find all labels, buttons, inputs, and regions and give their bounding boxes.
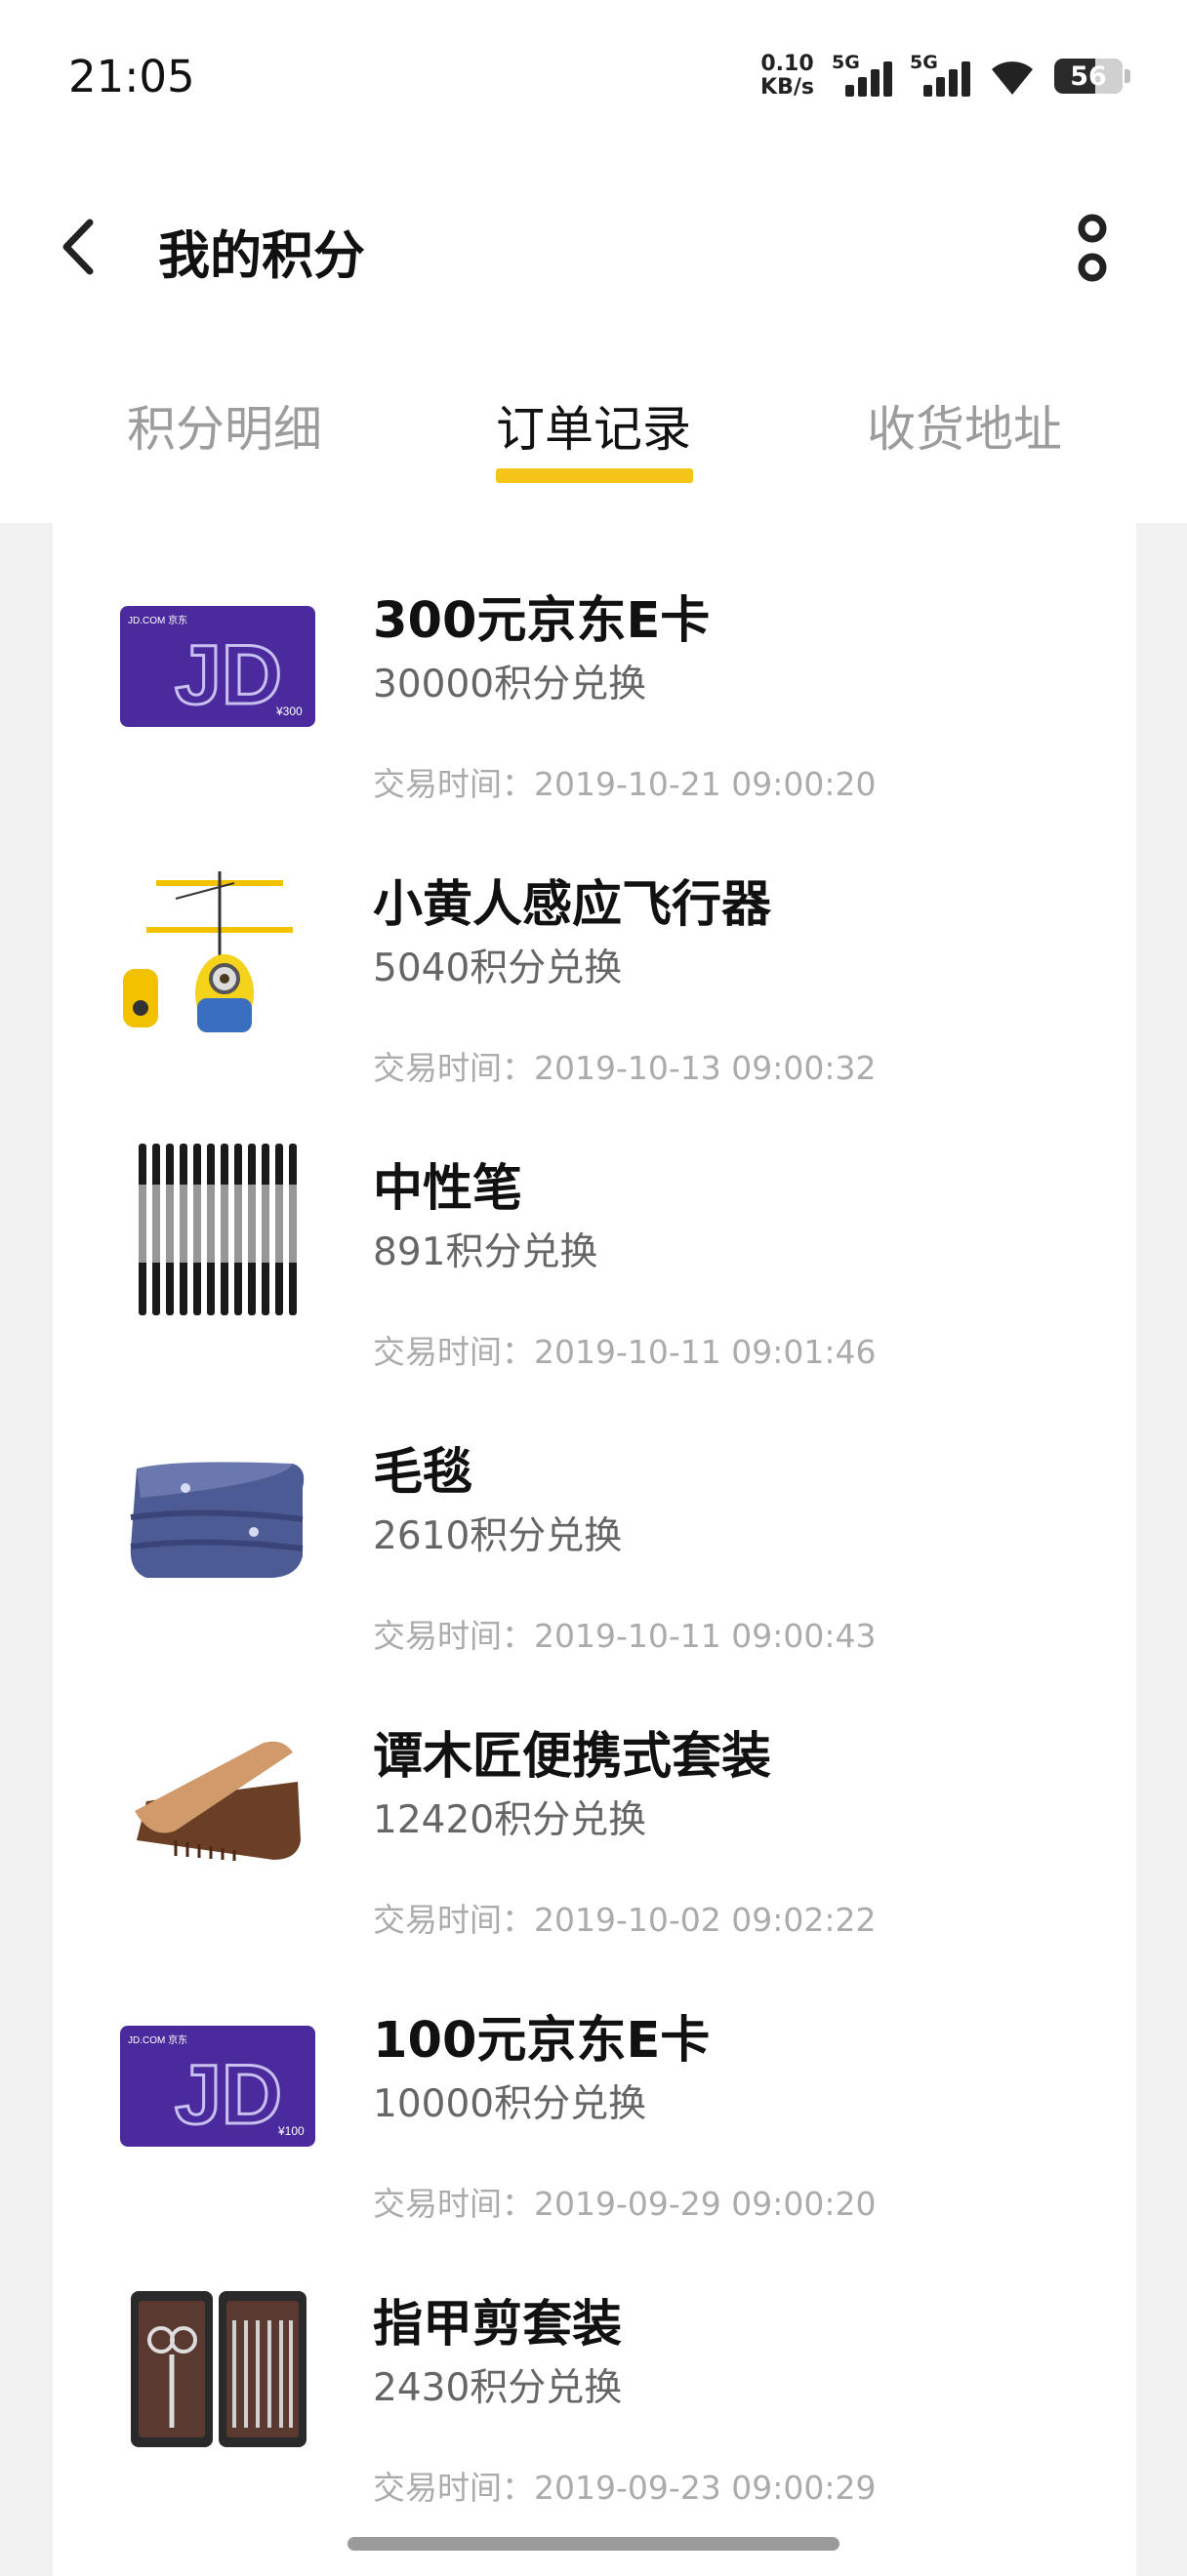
signal-icon: 5G — [910, 52, 970, 101]
svg-text:JD.COM 京东: JD.COM 京东 — [128, 2033, 187, 2046]
order-item[interactable]: 毛毯 2610积分兑换 交易时间：2019-10-11 09:00:43 — [53, 1375, 1136, 1659]
order-time: 交易时间：2019-10-02 09:02:22 — [373, 1901, 877, 1939]
order-points: 2430积分兑换 — [373, 2366, 623, 2410]
order-item[interactable]: JD.COM 京东 JD ¥300 300元京东E卡 30000积分兑换 交易时… — [53, 523, 1136, 807]
svg-text:JD.COM 京东: JD.COM 京东 — [128, 614, 187, 626]
product-image-jd-card-100: JD.COM 京东 JD ¥100 — [117, 1986, 318, 2187]
active-tab-indicator — [496, 468, 693, 483]
order-time: 交易时间：2019-09-23 09:00:29 — [373, 2469, 877, 2507]
order-points: 891积分兑换 — [373, 1230, 598, 1274]
order-points: 30000积分兑换 — [373, 663, 647, 706]
order-title: 毛毯 — [373, 1444, 473, 1502]
order-title: 谭木匠便携式套装 — [373, 1728, 772, 1786]
tab-points-detail[interactable]: 积分明细 — [127, 390, 322, 478]
order-points: 12420积分兑换 — [373, 1798, 647, 1842]
order-title: 小黄人感应飞行器 — [373, 876, 772, 934]
order-title: 300元京东E卡 — [373, 592, 711, 650]
status-icons: 0.10 KB/s 5G 5G 56 — [760, 49, 1130, 103]
order-title: 中性笔 — [373, 1160, 523, 1218]
order-time: 交易时间：2019-10-11 09:01:46 — [373, 1333, 877, 1371]
order-time: 交易时间：2019-10-21 09:00:20 — [373, 765, 877, 803]
signal-icon: 5G — [832, 52, 892, 101]
order-item[interactable]: 小黄人感应飞行器 5040积分兑换 交易时间：2019-10-13 09:00:… — [53, 807, 1136, 1091]
order-points: 5040积分兑换 — [373, 946, 623, 990]
order-item[interactable]: 中性笔 891积分兑换 交易时间：2019-10-11 09:01:46 — [53, 1091, 1136, 1375]
wifi-icon — [992, 61, 1033, 95]
order-item[interactable]: 谭木匠便携式套装 12420积分兑换 交易时间：2019-10-02 09:02… — [53, 1659, 1136, 1943]
svg-text:¥300: ¥300 — [275, 704, 303, 718]
product-image-gel-pens — [117, 1126, 318, 1327]
product-image-wooden-comb-set — [117, 1694, 318, 1895]
back-button[interactable] — [55, 215, 113, 279]
order-list: JD.COM 京东 JD ¥300 300元京东E卡 30000积分兑换 交易时… — [53, 523, 1136, 2576]
battery-icon: 56 — [1054, 59, 1130, 94]
product-image-nail-clipper-set — [117, 2262, 318, 2463]
order-time: 交易时间：2019-10-11 09:00:43 — [373, 1617, 877, 1655]
status-time: 21:05 — [68, 51, 195, 102]
order-title: 100元京东E卡 — [373, 2012, 711, 2070]
order-item[interactable]: 指甲剪套装 2430积分兑换 交易时间：2019-09-23 09:00:29 — [53, 2227, 1136, 2511]
status-bar: 21:05 0.10 KB/s 5G 5G 56 — [0, 0, 1187, 156]
order-item[interactable]: JD.COM 京东 JD ¥100 100元京东E卡 10000积分兑换 交易时… — [53, 1943, 1136, 2227]
order-points: 10000积分兑换 — [373, 2082, 647, 2126]
tab-shipping-address[interactable]: 收货地址 — [867, 390, 1062, 478]
more-options-button[interactable] — [1068, 211, 1117, 289]
home-indicator[interactable] — [348, 2537, 839, 2551]
tab-order-records[interactable]: 订单记录 — [496, 390, 691, 478]
page-title: 我的积分 — [158, 226, 365, 286]
order-time: 交易时间：2019-09-29 09:00:20 — [373, 2185, 877, 2223]
product-image-jd-card-300: JD.COM 京东 JD ¥300 — [117, 566, 318, 767]
svg-text:JD: JD — [175, 628, 282, 722]
order-points: 2610积分兑换 — [373, 1514, 623, 1558]
app-header: 我的积分 — [0, 185, 1187, 312]
product-image-blanket — [117, 1410, 318, 1611]
svg-text:¥100: ¥100 — [277, 2124, 305, 2138]
order-title: 指甲剪套装 — [373, 2296, 623, 2354]
tab-bar: 积分明细 订单记录 收货地址 — [0, 390, 1187, 498]
order-time: 交易时间：2019-10-13 09:00:32 — [373, 1049, 877, 1087]
product-image-minion-drone — [117, 842, 318, 1043]
svg-text:JD: JD — [175, 2048, 282, 2142]
net-speed: 0.10 KB/s — [760, 52, 814, 100]
